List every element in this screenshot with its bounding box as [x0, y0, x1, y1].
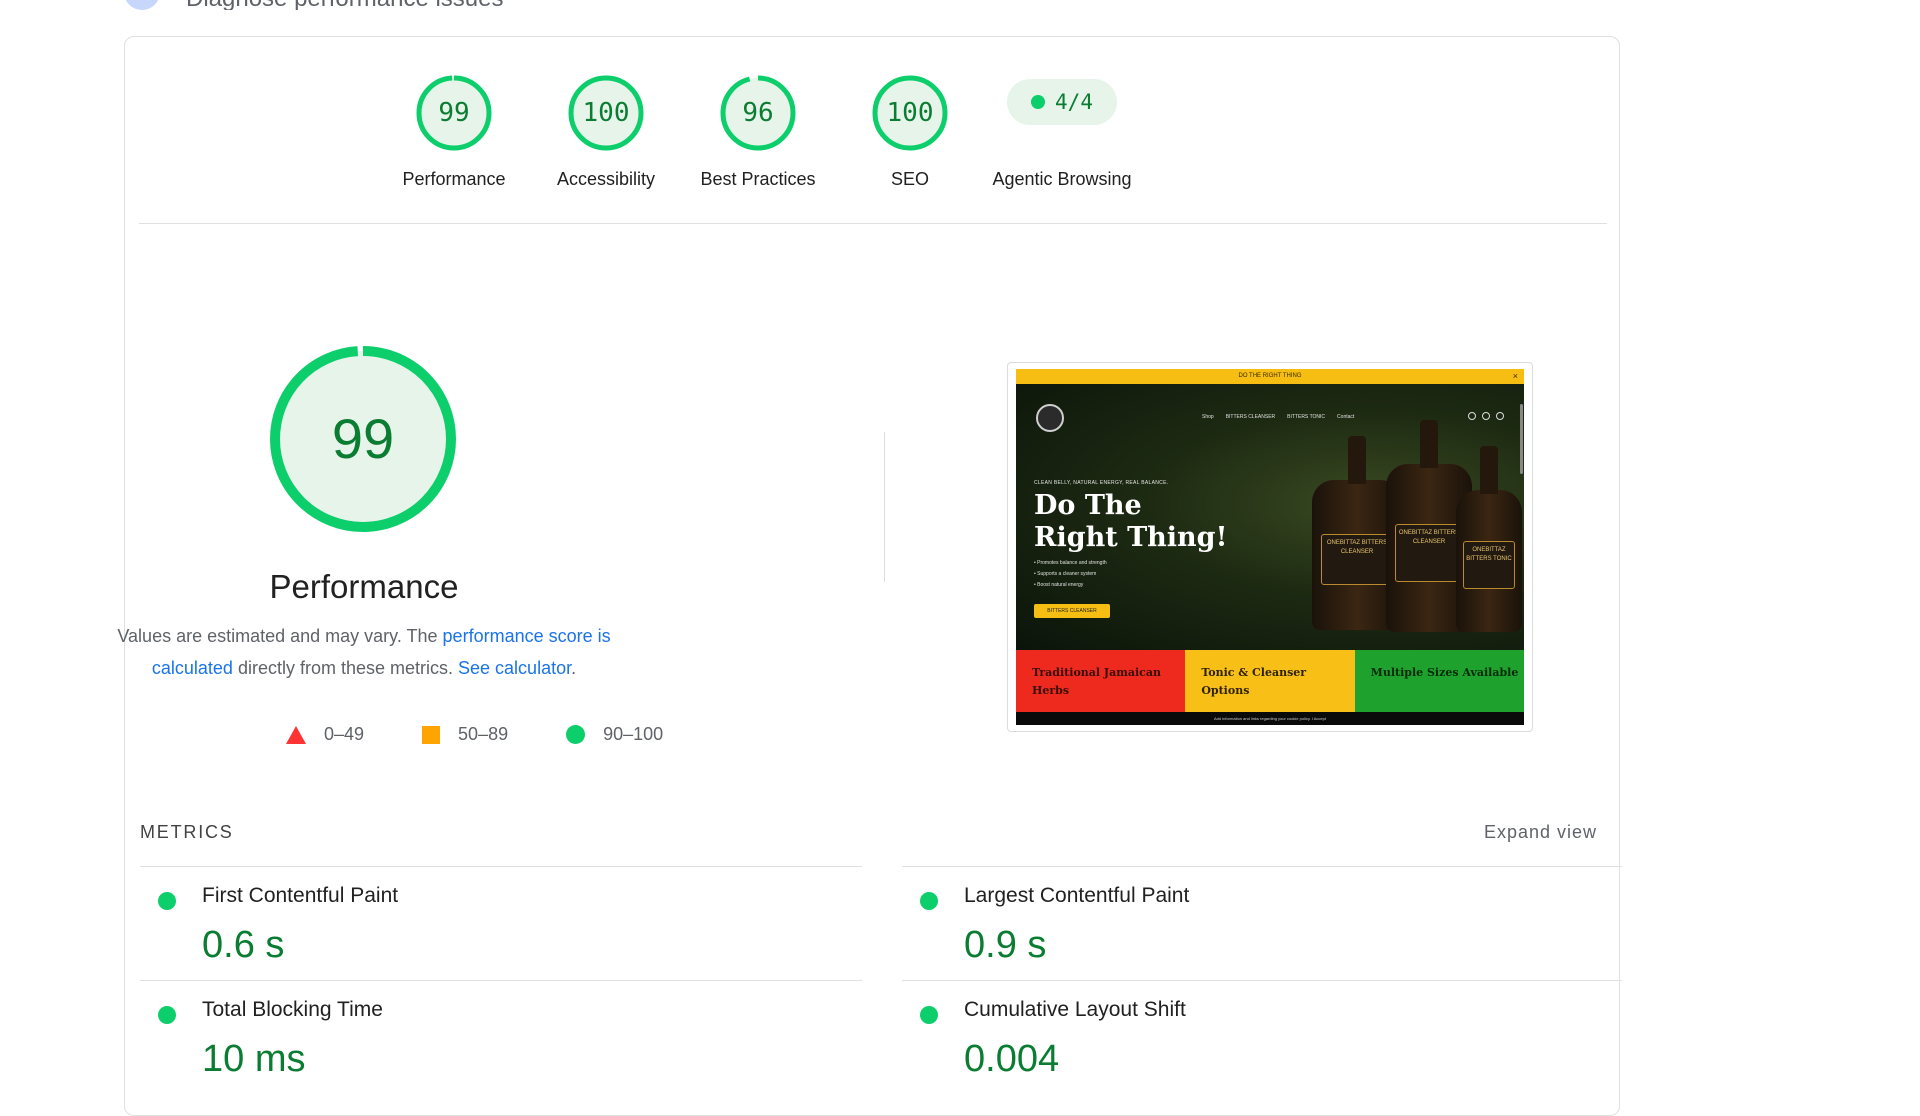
metric-value: 0.004: [964, 1038, 1060, 1080]
desc-text: Values are estimated and may vary. The: [117, 626, 443, 646]
metric-divider: [140, 866, 862, 867]
cart-icon: [1496, 412, 1504, 420]
metric-divider: [140, 980, 862, 981]
performance-title: Performance: [269, 568, 459, 605]
final-screenshot: DO THE RIGHT THING × Shop BITTERS CLEANSE…: [1016, 369, 1524, 725]
legend-average-range: 50–89: [458, 724, 509, 744]
vertical-separator: [884, 432, 885, 582]
legend-pass: 90–100: [566, 724, 663, 745]
cookie-bar: Add information and links regarding your…: [1016, 712, 1524, 725]
legend-fail: 0–49: [286, 724, 364, 745]
hero-bullets: • Promotes balance and strength • Suppor…: [1034, 558, 1107, 591]
gauge-ring: 100: [872, 75, 948, 151]
metric-name: Cumulative Layout Shift: [964, 998, 1186, 1021]
nav-item: BITTERS TONIC: [1287, 414, 1326, 420]
gauge-accessibility[interactable]: 100 Accessibility: [521, 75, 691, 190]
gauge-ring: 96: [720, 75, 796, 151]
metric-divider: [902, 866, 1622, 867]
see-calculator-link[interactable]: See calculator: [458, 658, 571, 678]
gauge-ring: 99: [416, 75, 492, 151]
square-icon: [422, 725, 441, 744]
gauge-score: 96: [742, 98, 774, 128]
feature-band: Traditional Jamaican Herbs: [1016, 650, 1186, 712]
agentic-score-pill: 4/4: [1007, 79, 1117, 125]
gauge-label: Performance: [402, 169, 506, 189]
metric-divider: [902, 980, 1622, 981]
bullet: • Supports a cleaner system: [1034, 571, 1097, 577]
bullet: • Boost natural energy: [1034, 582, 1084, 588]
pass-dot-icon: [1031, 95, 1046, 109]
announcement-text: DO THE RIGHT THING: [1238, 373, 1302, 379]
bottle-label: ONEBITTAZ BITTERS CLEANSER: [1321, 534, 1393, 585]
agentic-score: 4/4: [1055, 90, 1093, 114]
gauge-seo[interactable]: 100 SEO: [825, 75, 995, 190]
gauge-ring: 100: [568, 75, 644, 151]
nav-item: Shop: [1202, 414, 1214, 420]
legend-average: 50–89: [422, 724, 508, 745]
metric-name: Total Blocking Time: [202, 998, 383, 1021]
performance-score: 99: [331, 407, 395, 470]
bullet: • Promotes balance and strength: [1034, 560, 1107, 566]
nav-icons: [1468, 412, 1504, 420]
pass-dot-icon: [920, 1006, 938, 1024]
hero-section: Shop BITTERS CLEANSER BITTERS TONIC Cont…: [1016, 384, 1524, 660]
section-divider: [139, 223, 1607, 224]
final-screenshot-frame[interactable]: DO THE RIGHT THING × Shop BITTERS CLEANSE…: [1007, 362, 1533, 732]
top-header-strip: Diagnose performance issues: [0, 0, 1920, 10]
category-gauges: 99 Performance 100 Accessibility 96 Best…: [125, 37, 1619, 223]
pass-dot-icon: [158, 892, 176, 910]
search-icon: [1482, 412, 1490, 420]
hero-eyebrow: CLEAN BELLY, NATURAL ENERGY, REAL BALANC…: [1034, 480, 1169, 486]
feature-band: Multiple Sizes Available: [1354, 650, 1524, 712]
product-bottle: ONEBITTAZ BITTERS TONIC: [1456, 446, 1522, 632]
gauge-performance[interactable]: 99 Performance: [369, 75, 539, 190]
performance-main-gauge: 99: [268, 344, 458, 534]
header-icon: [124, 0, 160, 10]
performance-description: Values are estimated and may vary. The p…: [80, 620, 648, 684]
metric-name: Largest Contentful Paint: [964, 884, 1190, 907]
triangle-icon: [286, 725, 306, 744]
site-nav: Shop BITTERS CLEANSER BITTERS TONIC Cont…: [1202, 414, 1354, 420]
score-legend: 0–49 50–89 90–100: [286, 724, 663, 745]
legend-fail-range: 0–49: [324, 724, 365, 744]
metric-name: First Contentful Paint: [202, 884, 399, 907]
desc-text: .: [571, 658, 577, 678]
circle-icon: [566, 725, 586, 744]
gauge-label: SEO: [890, 169, 929, 189]
gauge-label: Agentic Browsing: [992, 169, 1132, 189]
bottle-label: ONEBITTAZ BITTERS CLEANSER: [1394, 524, 1464, 582]
close-icon: ×: [1512, 371, 1518, 381]
pass-dot-icon: [158, 1006, 176, 1024]
announcement-bar: DO THE RIGHT THING ×: [1016, 369, 1524, 384]
scrollbar: [1520, 404, 1523, 474]
feature-bands: Traditional Jamaican Herbs Tonic & Clean…: [1016, 650, 1524, 712]
hero-cta-button: BITTERS CLEANSER: [1034, 604, 1110, 618]
bottle-label: ONEBITTAZ BITTERS TONIC: [1462, 541, 1516, 590]
account-icon: [1468, 412, 1476, 420]
gauge-label: Accessibility: [556, 169, 656, 189]
nav-item: BITTERS CLEANSER: [1225, 414, 1276, 420]
site-logo: [1036, 404, 1064, 432]
desc-text: directly from these metrics.: [232, 658, 459, 678]
gauge-best-practices[interactable]: 96 Best Practices: [673, 75, 843, 190]
metric-value: 0.6 s: [202, 924, 285, 966]
metric-value: 0.9 s: [964, 924, 1047, 966]
gauge-score: 100: [582, 98, 630, 128]
metric-value: 10 ms: [202, 1038, 306, 1080]
gauge-label: Best Practices: [700, 169, 816, 189]
header-title: Diagnose performance issues: [186, 0, 504, 10]
expand-view-button[interactable]: Expand view: [1484, 822, 1597, 843]
gauge-score: 100: [886, 98, 934, 128]
metrics-heading: METRICS: [140, 822, 234, 842]
pass-dot-icon: [920, 892, 938, 910]
gauge-score: 99: [438, 98, 470, 128]
nav-item: Contact: [1337, 414, 1355, 420]
feature-band: Tonic & Cleanser Options: [1185, 650, 1355, 712]
legend-pass-range: 90–100: [603, 724, 664, 744]
gauge-agentic-browsing[interactable]: 4/4 Agentic Browsing: [977, 75, 1147, 190]
hero-headline: Do The Right Thing!: [1034, 490, 1228, 553]
